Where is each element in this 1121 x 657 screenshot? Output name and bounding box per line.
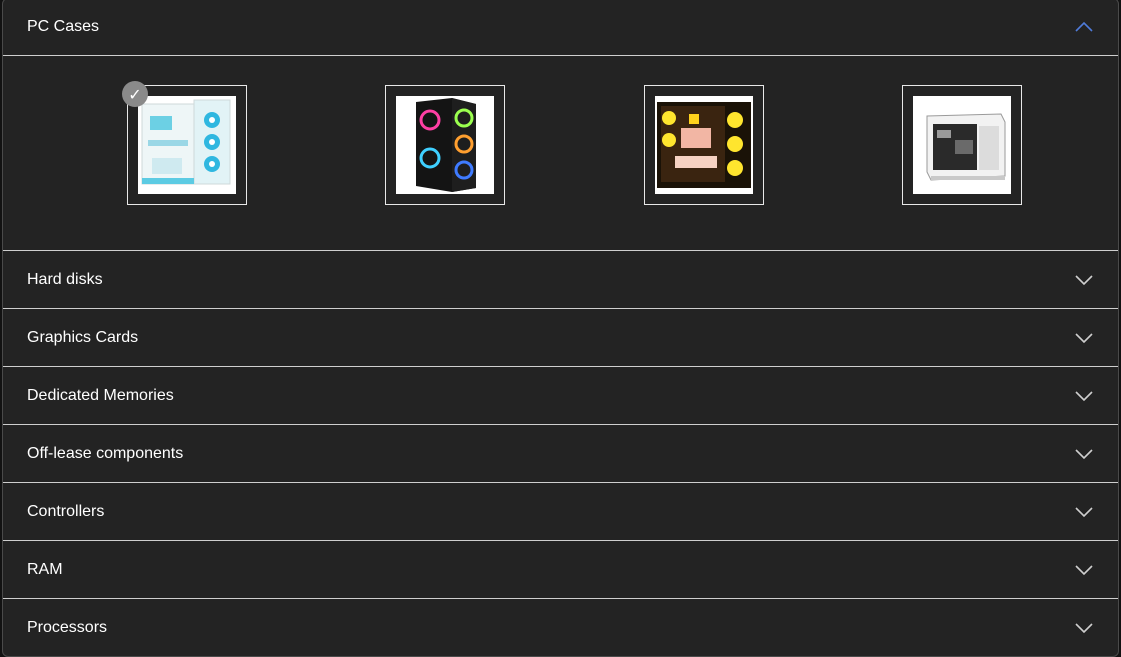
chevron-down-icon[interactable]	[1074, 618, 1094, 638]
section-processors: Processors	[3, 599, 1118, 656]
section-off-lease-components: Off-lease components	[3, 425, 1118, 483]
section-header-controllers[interactable]: Controllers	[3, 483, 1118, 540]
section-graphics-cards: Graphics Cards	[3, 309, 1118, 367]
chevron-down-icon[interactable]	[1074, 560, 1094, 580]
section-label-processors: Processors	[27, 618, 108, 636]
section-label-ram: RAM	[27, 560, 63, 578]
section-label-hard-disks: Hard disks	[27, 270, 103, 288]
section-header-pc-cases[interactable]: PC Cases	[3, 0, 1118, 56]
case-image-white-compact	[913, 96, 1011, 194]
category-accordion: PC Cases ✓ Hard disks Graphics Cards Ded…	[2, 0, 1119, 657]
chevron-down-icon[interactable]	[1074, 502, 1094, 522]
chevron-down-icon[interactable]	[1074, 328, 1094, 348]
section-label-graphics-cards: Graphics Cards	[27, 328, 139, 346]
case-thumbnail-4[interactable]	[902, 85, 1022, 205]
section-dedicated-memories: Dedicated Memories	[3, 367, 1118, 425]
selected-check-icon: ✓	[122, 81, 148, 107]
section-ram: RAM	[3, 541, 1118, 599]
chevron-up-icon[interactable]	[1074, 17, 1094, 37]
section-label-pc-cases: PC Cases	[27, 18, 100, 35]
case-image-black-rgb-fans	[396, 96, 494, 194]
section-pc-cases: PC Cases ✓	[3, 0, 1118, 251]
section-label-off-lease-components: Off-lease components	[27, 444, 184, 462]
case-image-black-yellow-fans	[655, 96, 753, 194]
case-thumbnail-2[interactable]	[385, 85, 505, 205]
section-header-processors[interactable]: Processors	[3, 599, 1118, 656]
section-header-off-lease-components[interactable]: Off-lease components	[3, 425, 1118, 482]
section-header-graphics-cards[interactable]: Graphics Cards	[3, 309, 1118, 366]
section-label-dedicated-memories: Dedicated Memories	[27, 386, 174, 404]
section-controllers: Controllers	[3, 483, 1118, 541]
section-header-dedicated-memories[interactable]: Dedicated Memories	[3, 367, 1118, 424]
chevron-down-icon[interactable]	[1074, 444, 1094, 464]
chevron-down-icon[interactable]	[1074, 386, 1094, 406]
case-thumbnail-1[interactable]: ✓	[122, 81, 247, 205]
section-label-controllers: Controllers	[27, 502, 105, 520]
chevron-down-icon[interactable]	[1074, 270, 1094, 290]
section-header-ram[interactable]: RAM	[3, 541, 1118, 598]
case-thumbnail-3[interactable]	[644, 85, 764, 205]
section-hard-disks: Hard disks	[3, 251, 1118, 309]
case-image-white-blue-fans	[138, 96, 236, 194]
pc-cases-panel: ✓	[3, 56, 1118, 250]
section-header-hard-disks[interactable]: Hard disks	[3, 251, 1118, 308]
